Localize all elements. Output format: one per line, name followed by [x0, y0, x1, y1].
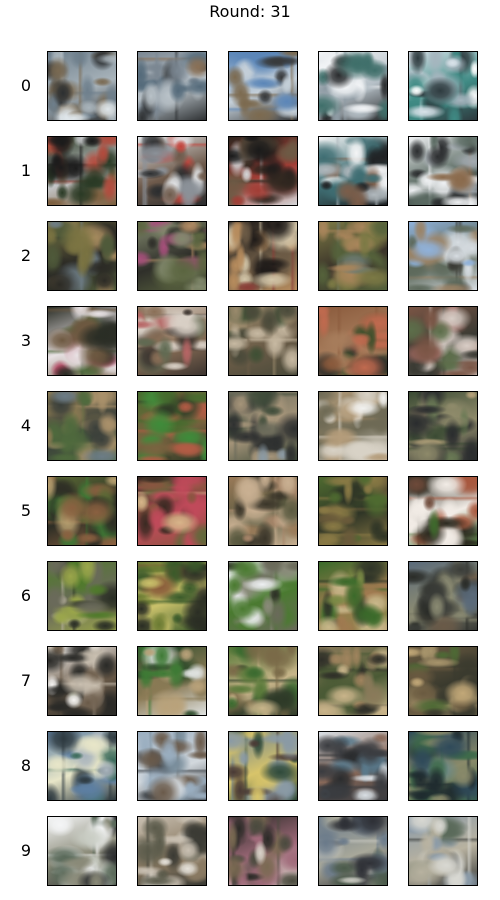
- sample-image: [47, 646, 117, 716]
- row-label: 2: [20, 246, 32, 265]
- row-label: 3: [20, 331, 32, 350]
- figure-title: Round: 31: [209, 2, 291, 21]
- sample-image: [318, 51, 388, 121]
- row-label: 6: [20, 586, 32, 605]
- sample-image: [228, 561, 298, 631]
- row-label: 8: [20, 756, 32, 775]
- sample-image: [318, 646, 388, 716]
- sample-image: [408, 646, 478, 716]
- sample-image: [228, 816, 298, 886]
- sample-image: [408, 476, 478, 546]
- sample-image: [137, 646, 207, 716]
- sample-image: [47, 391, 117, 461]
- sample-image: [47, 136, 117, 206]
- sample-image: [318, 476, 388, 546]
- sample-image: [47, 731, 117, 801]
- sample-image: [137, 136, 207, 206]
- sample-image: [318, 391, 388, 461]
- row-label: 4: [20, 416, 32, 435]
- sample-image: [137, 221, 207, 291]
- sample-image: [318, 136, 388, 206]
- sample-image: [228, 476, 298, 546]
- row-label: 0: [20, 76, 32, 95]
- sample-image: [228, 51, 298, 121]
- sample-image: [47, 561, 117, 631]
- sample-image: [228, 391, 298, 461]
- sample-image: [137, 306, 207, 376]
- sample-image: [408, 391, 478, 461]
- row-label: 7: [20, 671, 32, 690]
- sample-image: [408, 51, 478, 121]
- sample-image: [47, 476, 117, 546]
- sample-image: [137, 816, 207, 886]
- sample-image: [318, 731, 388, 801]
- sample-image: [228, 646, 298, 716]
- sample-image: [137, 476, 207, 546]
- sample-image: [228, 136, 298, 206]
- sample-image: [318, 561, 388, 631]
- sample-image: [408, 731, 478, 801]
- sample-image: [408, 561, 478, 631]
- row-label: 1: [20, 161, 32, 180]
- sample-image: [228, 731, 298, 801]
- sample-image: [47, 221, 117, 291]
- row-label: 9: [20, 841, 32, 860]
- sample-image: [318, 306, 388, 376]
- sample-image: [228, 306, 298, 376]
- sample-image: [408, 306, 478, 376]
- sample-image: [137, 391, 207, 461]
- sample-image: [408, 816, 478, 886]
- sample-image: [137, 561, 207, 631]
- sample-image: [137, 51, 207, 121]
- sample-image: [228, 221, 298, 291]
- sample-image: [318, 816, 388, 886]
- sample-image: [137, 731, 207, 801]
- sample-image: [408, 221, 478, 291]
- sample-image: [47, 816, 117, 886]
- sample-image: [47, 306, 117, 376]
- sample-image: [408, 136, 478, 206]
- sample-image: [318, 221, 388, 291]
- sample-image: [47, 51, 117, 121]
- row-label: 5: [20, 501, 32, 520]
